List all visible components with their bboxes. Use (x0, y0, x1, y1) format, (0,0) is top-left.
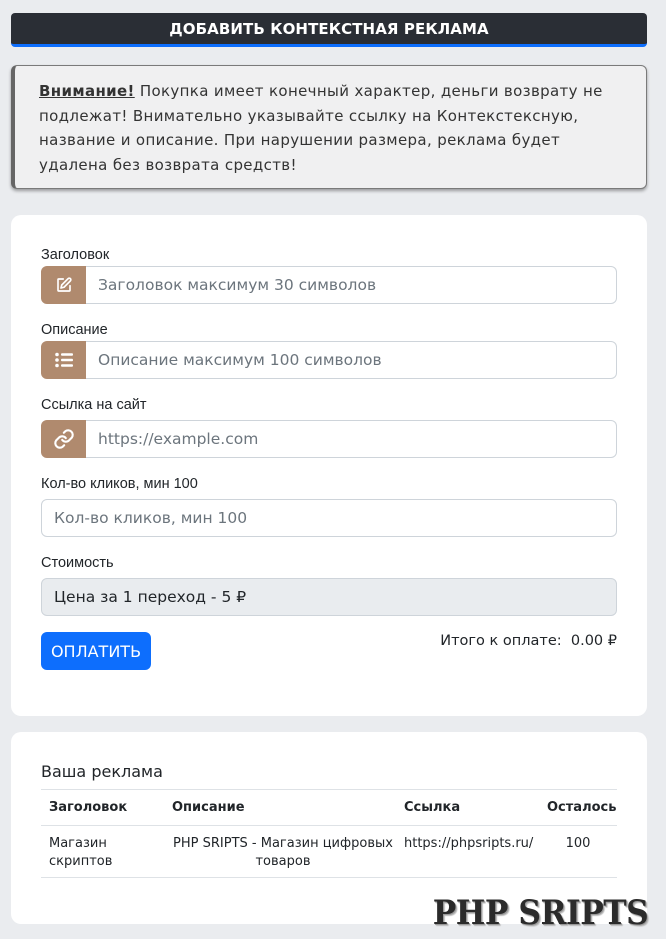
ads-table: Заголовок Описание Ссылка Осталось Магаз… (41, 789, 617, 878)
link-icon (41, 420, 86, 458)
description-input[interactable]: Описание максимум 100 символов (86, 341, 617, 379)
title-input-group: Заголовок максимум 30 символов (41, 266, 617, 304)
ad-description-line: PHP SRIPTS - Магазин цифровых (173, 836, 393, 851)
cost-input-group: Цена за 1 переход - 5 ₽ (41, 578, 617, 616)
page-header: ДОБАВИТЬ КОНТЕКСТНАЯ РЕКЛАМА (11, 13, 647, 47)
list-icon (41, 341, 86, 379)
ad-title-cell: Магазин скриптов (49, 835, 112, 871)
site-watermark: PHP SRIPTS (432, 893, 649, 933)
table-header: Заголовок Описание Ссылка Осталось (41, 789, 617, 825)
column-header-link: Ссылка (404, 800, 461, 815)
table-row: Магазин скриптов PHP SRIPTS - Магазин ци… (41, 825, 617, 878)
total-amount: Итого к оплате: 0.00 ₽ (440, 633, 617, 649)
description-input-group: Описание максимум 100 символов (41, 341, 617, 379)
ad-description-line: товаров (255, 854, 311, 869)
ad-title-line: Магазин (49, 836, 107, 851)
description-label: Описание (41, 322, 108, 338)
ad-form-card: Заголовок Заголовок максимум 30 символов… (11, 215, 647, 716)
warning-title: Внимание! (39, 82, 135, 100)
clicks-input[interactable]: Кол-во кликов, мин 100 (41, 499, 617, 537)
clicks-label: Кол-во кликов, мин 100 (41, 476, 198, 492)
link-input[interactable]: https://example.com (86, 420, 617, 458)
link-label: Ссылка на сайт (41, 397, 147, 413)
total-label: Итого к оплате: (440, 633, 562, 649)
my-ads-title: Ваша реклама (41, 762, 163, 781)
column-header-remaining: Осталось (547, 800, 617, 815)
edit-icon (41, 266, 86, 304)
warning-notice: Внимание! Покупка имеет конечный характе… (11, 65, 647, 189)
column-header-description: Описание (172, 800, 245, 815)
cost-field: Цена за 1 переход - 5 ₽ (41, 578, 617, 616)
cost-label: Стоимость (41, 555, 114, 571)
clicks-input-group: Кол-во кликов, мин 100 (41, 499, 617, 537)
title-label: Заголовок (41, 247, 110, 263)
pay-button[interactable]: ОПЛАТИТЬ (41, 632, 151, 670)
ad-title-line: скриптов (49, 854, 113, 869)
total-value: 0.00 ₽ (570, 633, 617, 649)
column-header-title: Заголовок (49, 800, 128, 815)
ad-description-cell: PHP SRIPTS - Магазин цифровых товаров (172, 835, 394, 871)
link-input-group: https://example.com (41, 420, 617, 458)
ad-link-cell[interactable]: https://phpsripts.ru/ (404, 835, 533, 853)
ad-remaining-cell: 100 (565, 836, 591, 851)
title-input[interactable]: Заголовок максимум 30 символов (86, 266, 617, 304)
